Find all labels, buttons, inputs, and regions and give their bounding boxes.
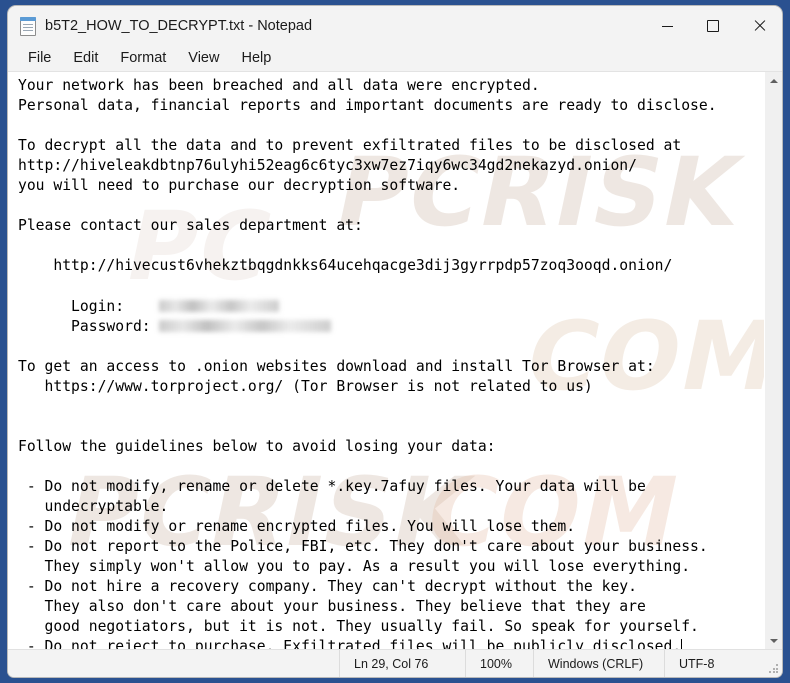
redacted-password-value (159, 319, 332, 332)
minimize-icon (661, 25, 673, 27)
minimize-button[interactable] (644, 6, 690, 46)
text-editor[interactable]: PC PCRISK COM PCRISK COM Your network ha… (8, 72, 764, 649)
menu-item-edit[interactable]: Edit (64, 48, 107, 69)
status-line-ending[interactable]: Windows (CRLF) (533, 650, 664, 677)
status-encoding-label: UTF-8 (679, 656, 715, 671)
scroll-down-arrow[interactable] (765, 632, 782, 649)
window-controls (644, 6, 782, 46)
vertical-scrollbar[interactable] (764, 72, 782, 649)
note-body-before-credentials: Your network has been breached and all d… (18, 77, 717, 315)
window-title: b5T2_HOW_TO_DECRYPT.txt - Notepad (45, 18, 313, 34)
menu-bar: File Edit Format View Help (8, 46, 782, 71)
status-bar: Ln 29, Col 76 100% Windows (CRLF) UTF-8 (8, 649, 782, 677)
maximize-button[interactable] (690, 6, 736, 46)
ransom-note-text: Your network has been breached and all d… (18, 76, 764, 649)
text-cursor (681, 639, 683, 649)
title-bar[interactable]: b5T2_HOW_TO_DECRYPT.txt - Notepad (8, 6, 782, 46)
redacted-login-value (159, 299, 280, 312)
close-button[interactable] (736, 6, 782, 46)
notepad-window: b5T2_HOW_TO_DECRYPT.txt - Notepad File E… (8, 6, 782, 677)
editor-area: PC PCRISK COM PCRISK COM Your network ha… (8, 71, 782, 649)
close-icon (753, 20, 765, 32)
desktop-background: b5T2_HOW_TO_DECRYPT.txt - Notepad File E… (0, 0, 790, 683)
status-bar-spacer (8, 650, 339, 677)
status-zoom-level[interactable]: 100% (465, 650, 533, 677)
scroll-up-arrow[interactable] (765, 72, 782, 89)
menu-item-help[interactable]: Help (232, 48, 280, 69)
menu-item-view[interactable]: View (179, 48, 228, 69)
status-encoding[interactable]: UTF-8 (664, 650, 782, 677)
resize-grip[interactable] (769, 664, 779, 674)
maximize-icon (707, 20, 719, 32)
menu-item-format[interactable]: Format (111, 48, 175, 69)
chevron-up-icon (769, 78, 778, 83)
menu-item-file[interactable]: File (19, 48, 60, 69)
status-cursor-position: Ln 29, Col 76 (339, 650, 465, 677)
note-password-label-line: Password: (71, 317, 151, 335)
title-bar-left: b5T2_HOW_TO_DECRYPT.txt - Notepad (8, 16, 644, 36)
note-body-after-credentials: To get an access to .onion websites down… (18, 357, 708, 649)
chevron-down-icon (769, 638, 778, 643)
text-document-icon (20, 16, 36, 36)
